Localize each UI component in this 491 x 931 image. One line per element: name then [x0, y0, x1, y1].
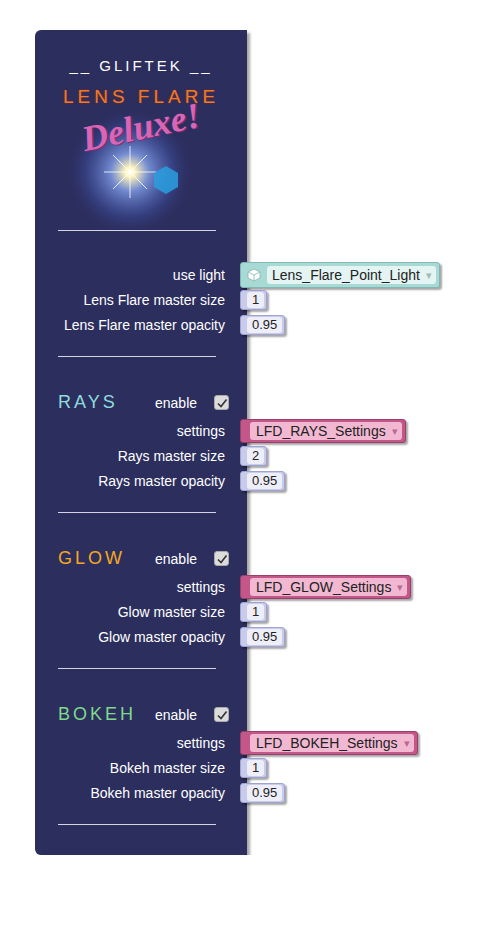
- input-label: use light: [35, 267, 225, 283]
- number-field[interactable]: 0.95: [247, 785, 282, 801]
- input-row: Lens Flare master size 1: [35, 287, 247, 312]
- input-label: settings: [35, 423, 225, 439]
- input-row: Glow master opacity 0.95: [35, 624, 247, 649]
- number-block[interactable]: 1: [240, 290, 267, 310]
- number-field[interactable]: 0.95: [247, 317, 282, 333]
- logo-title: LENS FLARE: [35, 80, 247, 108]
- input-label: Lens Flare master size: [35, 292, 225, 308]
- number-field[interactable]: 1: [247, 292, 264, 308]
- light-block[interactable]: Lens_Flare_Point_Light▾: [240, 262, 440, 288]
- separator: [58, 512, 216, 513]
- separator: [58, 356, 216, 357]
- settings-block[interactable]: LFD_GLOW_Settings▾: [240, 575, 411, 599]
- input-label: settings: [35, 735, 225, 751]
- cube-icon: [247, 268, 261, 282]
- number-block[interactable]: 0.95: [240, 783, 285, 803]
- input-row: Rays master size 2: [35, 443, 247, 468]
- settings-dropdown[interactable]: LFD_BOKEH_Settings▾: [250, 734, 414, 752]
- number-field[interactable]: 1: [247, 760, 264, 776]
- enable-label: enable: [155, 707, 197, 723]
- input-row: Glow master size 1: [35, 599, 247, 624]
- input-row: settings LFD_RAYS_Settings▾: [35, 418, 247, 443]
- input-row: settings LFD_BOKEH_Settings▾: [35, 730, 247, 755]
- section-title: GLOW: [58, 548, 155, 569]
- number-block[interactable]: 1: [240, 758, 267, 778]
- input-row: Bokeh master opacity 0.95: [35, 780, 247, 805]
- settings-dropdown[interactable]: LFD_GLOW_Settings▾: [250, 578, 407, 596]
- enable-label: enable: [155, 551, 197, 567]
- enable-label: enable: [155, 395, 197, 411]
- block-header: __ GLIFTEK __: [35, 56, 247, 76]
- section-header: BOKEH enable: [35, 699, 247, 730]
- input-row: Bokeh master size 1: [35, 755, 247, 780]
- section-header: RAYS enable: [35, 387, 247, 418]
- input-row: Lens Flare master opacity 0.95: [35, 312, 247, 337]
- separator: [58, 668, 216, 669]
- input-row: settings LFD_GLOW_Settings▾: [35, 574, 247, 599]
- lens-flare-block[interactable]: __ GLIFTEK __ LENS FLARE Deluxe! use lig…: [35, 30, 247, 855]
- light-dropdown[interactable]: Lens_Flare_Point_Light▾: [267, 266, 436, 284]
- separator: [58, 824, 216, 825]
- settings-dropdown[interactable]: LFD_RAYS_Settings▾: [250, 422, 402, 440]
- input-row: Rays master opacity 0.95: [35, 468, 247, 493]
- check-icon: [216, 553, 228, 565]
- input-label: Rays master opacity: [35, 473, 225, 489]
- number-block[interactable]: 1: [240, 602, 267, 622]
- input-label: Bokeh master size: [35, 760, 225, 776]
- check-icon: [216, 709, 228, 721]
- input-label: Lens Flare master opacity: [35, 317, 225, 333]
- separator: [58, 230, 216, 231]
- input-label: Glow master opacity: [35, 629, 225, 645]
- enable-checkbox[interactable]: [214, 551, 229, 566]
- logo: LENS FLARE Deluxe!: [35, 80, 247, 230]
- enable-checkbox[interactable]: [214, 707, 229, 722]
- enable-checkbox[interactable]: [214, 395, 229, 410]
- input-label: settings: [35, 579, 225, 595]
- section-header: GLOW enable: [35, 543, 247, 574]
- number-block[interactable]: 0.95: [240, 627, 285, 647]
- check-icon: [216, 397, 228, 409]
- input-label: Rays master size: [35, 448, 225, 464]
- number-field[interactable]: 0.95: [247, 629, 282, 645]
- number-block[interactable]: 2: [240, 446, 267, 466]
- workspace: __ GLIFTEK __ LENS FLARE Deluxe! use lig…: [0, 0, 491, 855]
- number-block[interactable]: 0.95: [240, 471, 285, 491]
- number-field[interactable]: 1: [247, 604, 264, 620]
- settings-block[interactable]: LFD_BOKEH_Settings▾: [240, 731, 418, 755]
- number-block[interactable]: 0.95: [240, 315, 285, 335]
- number-field[interactable]: 0.95: [247, 473, 282, 489]
- section-title: RAYS: [58, 392, 155, 413]
- input-label: Bokeh master opacity: [35, 785, 225, 801]
- input-label: Glow master size: [35, 604, 225, 620]
- settings-block[interactable]: LFD_RAYS_Settings▾: [240, 419, 406, 443]
- section-title: BOKEH: [58, 704, 155, 725]
- number-field[interactable]: 2: [247, 448, 264, 464]
- input-row: use light Lens_Flare_Point_Light▾: [35, 262, 247, 287]
